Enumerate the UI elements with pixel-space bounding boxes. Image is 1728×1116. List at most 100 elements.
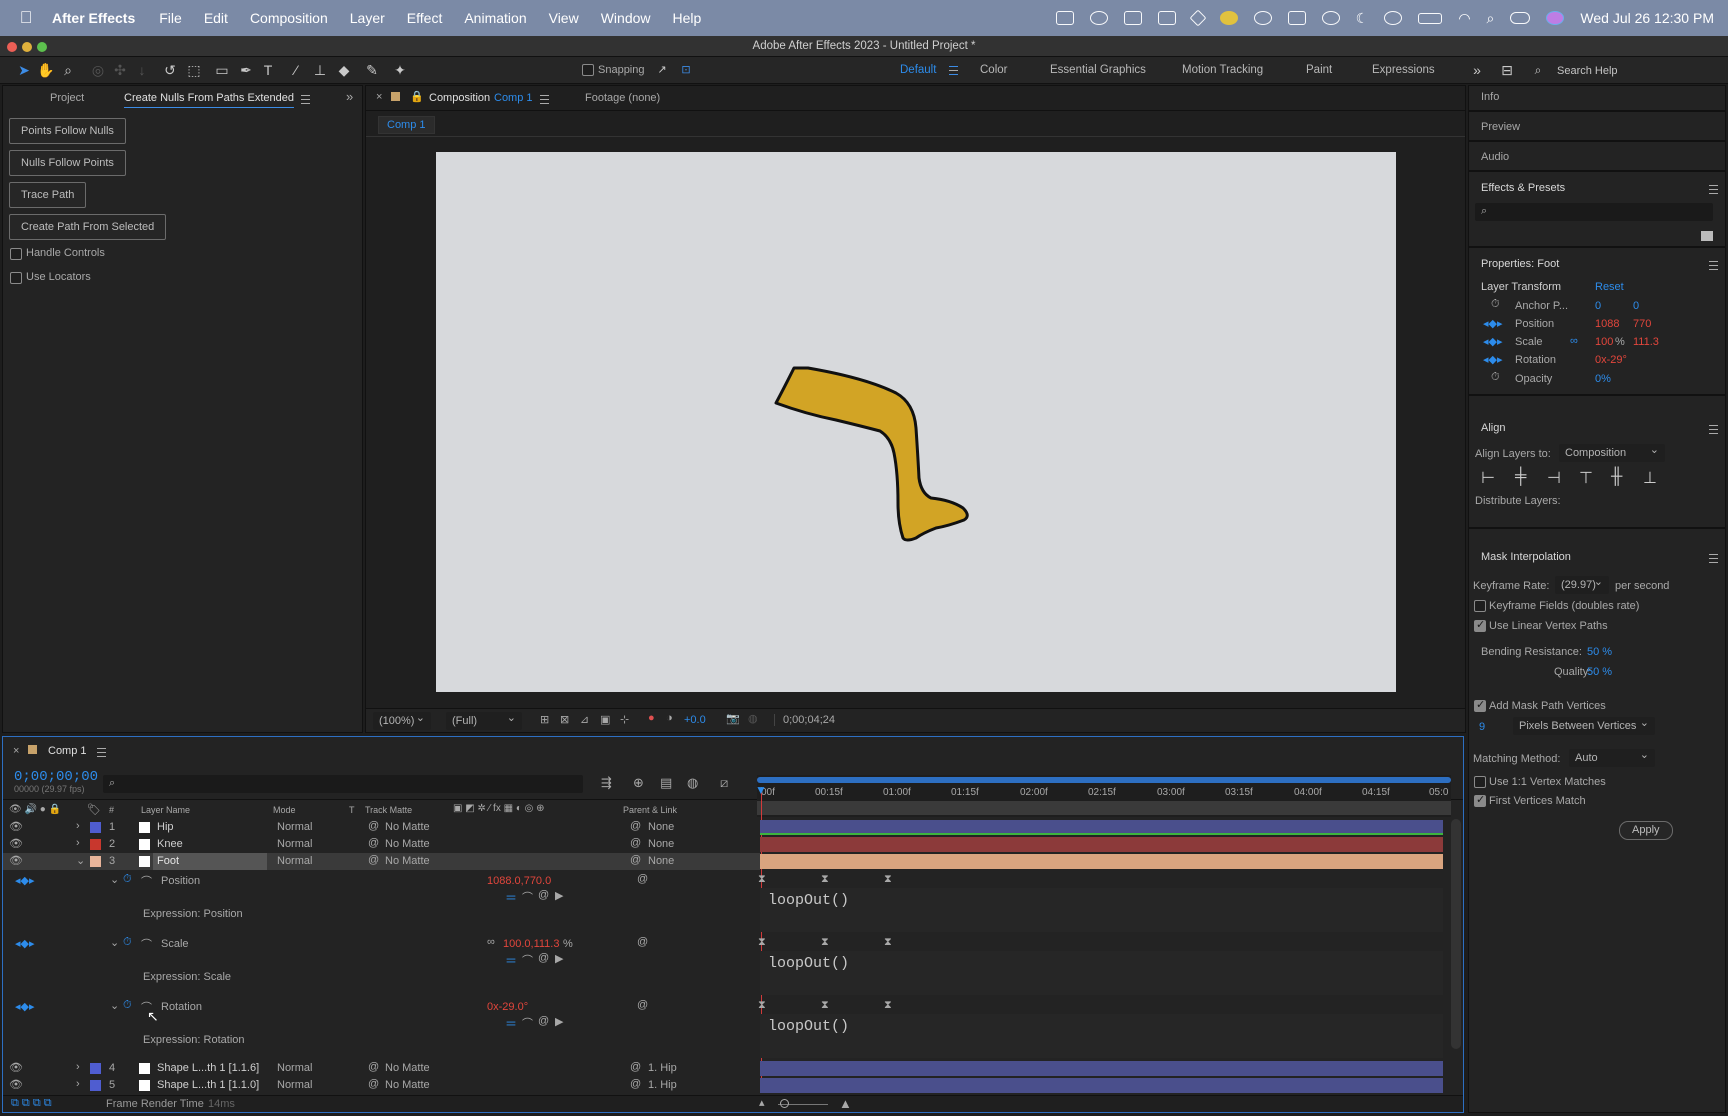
expression-enable-icon[interactable]: ＝ <box>505 952 517 969</box>
resolution-select[interactable]: (Full) <box>446 709 522 730</box>
snapshot-icon[interactable]: 📷 <box>726 712 740 725</box>
panel-menu-icon[interactable] <box>301 95 310 104</box>
layer-row-1[interactable]: 👁 › 1 Hip Normal @ No Matte @ None <box>3 819 760 836</box>
add-vertices-checkbox[interactable] <box>1474 698 1486 712</box>
align-left-icon[interactable]: ⊢ <box>1481 468 1495 488</box>
work-area-bar[interactable] <box>757 777 1451 783</box>
timeline-menu-icon[interactable] <box>97 748 106 757</box>
comp-canvas[interactable] <box>436 152 1396 692</box>
keyframe-nav-icon[interactable]: ◂◆▸ <box>15 874 35 887</box>
menu-help[interactable]: Help <box>673 10 702 26</box>
align-menu-icon[interactable] <box>1709 425 1718 434</box>
workspace-motion-tracking[interactable]: Motion Tracking <box>1182 64 1263 76</box>
keyframe-icon[interactable]: ⧗ <box>821 999 829 1012</box>
timeline-timecode[interactable]: 0;00;00;00 <box>14 769 98 785</box>
expand-chevron-icon[interactable]: › <box>76 837 80 849</box>
layer-bar-3[interactable] <box>760 854 1443 869</box>
nulls-follow-points-button[interactable]: Nulls Follow Points <box>9 150 126 176</box>
workspace-default[interactable]: Default <box>900 64 936 76</box>
create-path-from-selected-button[interactable]: Create Path From Selected <box>9 214 167 240</box>
collapse-chevron-icon[interactable]: ⌄ <box>76 854 85 867</box>
timeline-comp-tab[interactable]: Comp 1 <box>48 745 87 757</box>
keyframe-icon[interactable]: ⧗ <box>821 936 829 949</box>
selection-tool-icon[interactable]: ➤ <box>14 61 34 79</box>
region-of-interest-icon[interactable]: ▣ <box>600 713 610 726</box>
matte-select[interactable]: No Matte <box>385 1079 430 1091</box>
parent-select[interactable]: None <box>648 855 674 867</box>
close-timeline-tab-icon[interactable]: × <box>13 745 19 757</box>
parent-select[interactable]: None <box>648 821 674 833</box>
pixels-value[interactable]: 9 <box>1479 721 1485 733</box>
scale-x[interactable]: 100 <box>1595 336 1613 348</box>
color-channels-icon[interactable]: ● <box>648 712 655 724</box>
expand-panels-icon[interactable]: » <box>346 89 353 104</box>
matching-select[interactable]: Auto <box>1569 746 1655 767</box>
tab-create-nulls[interactable]: Create Nulls From Paths Extended <box>124 92 294 104</box>
zoom-slider-thumb[interactable] <box>780 1099 789 1108</box>
expression-language-icon[interactable]: ▶ <box>555 1015 563 1028</box>
snapping-checkbox[interactable] <box>582 64 594 76</box>
expression-pickwhip-icon[interactable]: @ <box>538 1015 549 1027</box>
keyframe-icon[interactable]: ⧗ <box>821 873 829 886</box>
expression-graph-icon[interactable]: ⌒ <box>522 1015 533 1031</box>
expand-chevron-icon[interactable]: › <box>76 820 80 832</box>
parent-select[interactable]: 1. Hip <box>648 1079 677 1091</box>
keyframe-icon[interactable]: ⧗ <box>758 999 766 1012</box>
expression-graph-icon[interactable]: ⌒ <box>522 952 533 968</box>
menu-file[interactable]: File <box>159 10 182 26</box>
screen-share-icon[interactable] <box>1055 11 1074 25</box>
keyframe-icon[interactable]: ⧗ <box>884 873 892 886</box>
keyframe-icon[interactable]: ⧗ <box>884 999 892 1012</box>
comp-panel-menu-icon[interactable] <box>540 95 549 104</box>
menu-animation[interactable]: Animation <box>464 10 526 26</box>
expression-editor[interactable]: loopOut() <box>760 951 1443 995</box>
workspace-expressions[interactable]: Expressions <box>1372 64 1435 76</box>
align-right-icon[interactable]: ⊣ <box>1547 468 1561 488</box>
menu-composition[interactable]: Composition <box>250 10 328 26</box>
tab-project[interactable]: Project <box>50 92 84 104</box>
audio-panel-tab[interactable]: Audio <box>1481 151 1509 163</box>
collapse-chevron-icon[interactable]: ⌄ <box>110 999 119 1012</box>
toggle-switches-icons[interactable]: ⧉ ⧉ ⧉ ⧉ <box>11 1097 52 1110</box>
apple-icon[interactable]:  <box>0 8 52 28</box>
zoom-tool-icon[interactable]: ⌕ <box>58 61 78 79</box>
align-vcenter-icon[interactable]: ╫ <box>1611 468 1622 486</box>
expression-graph-icon[interactable]: ⌒ <box>522 889 533 905</box>
pickwhip-icon[interactable]: @ <box>637 999 648 1011</box>
effects-menu-icon[interactable] <box>1709 185 1718 194</box>
shy-layers-icon[interactable]: ▤ <box>660 775 672 791</box>
rotate-tool-icon[interactable]: ↺ <box>160 61 180 79</box>
expand-chevron-icon[interactable]: › <box>76 1078 80 1090</box>
puppet-tool-icon[interactable]: ✦ <box>390 61 410 79</box>
layer-bar-5[interactable] <box>760 1078 1443 1093</box>
expression-code[interactable]: loopOut() <box>768 955 849 972</box>
menu-effect[interactable]: Effect <box>407 10 443 26</box>
matte-select[interactable]: No Matte <box>385 838 430 850</box>
keyframe-icon[interactable]: ⧗ <box>758 873 766 886</box>
align-to-select[interactable]: Composition <box>1559 441 1665 462</box>
menu-window[interactable]: Window <box>601 10 651 26</box>
keyframe-nav-icon[interactable]: ◂◆▸ <box>15 1000 35 1013</box>
parent-select[interactable]: 1. Hip <box>648 1062 677 1074</box>
rotation-keyframe-nav-icon[interactable]: ◂◆▸ <box>1483 353 1503 366</box>
layer-name[interactable]: Knee <box>157 838 183 850</box>
expand-chevron-icon[interactable]: › <box>76 1061 80 1073</box>
stopwatch-icon[interactable]: ⏱ <box>123 873 132 886</box>
keyframe-fields-checkbox[interactable] <box>1474 600 1486 612</box>
visibility-icon[interactable]: 👁 <box>9 1078 23 1091</box>
zoom-in-icon[interactable]: ▲ <box>839 1096 852 1111</box>
constrain-link-icon[interactable]: ∞ <box>487 936 495 948</box>
matte-link-icon[interactable]: @ <box>368 1061 379 1073</box>
siri-icon[interactable] <box>1546 11 1565 25</box>
minimize-window-button[interactable] <box>22 42 32 52</box>
matte-select[interactable]: No Matte <box>385 855 430 867</box>
keyframe-icon[interactable]: ⧗ <box>884 936 892 949</box>
expression-editor[interactable]: loopOut() <box>760 1014 1443 1058</box>
scale-keyframe-nav-icon[interactable]: ◂◆▸ <box>1483 335 1503 348</box>
menu-layer[interactable]: Layer <box>350 10 385 26</box>
dropbox-icon[interactable] <box>1189 9 1207 27</box>
collapse-chevron-icon[interactable]: ⌄ <box>110 936 119 949</box>
pickwhip-icon[interactable]: @ <box>630 837 641 849</box>
graph-icon[interactable]: ⌒ <box>141 936 152 952</box>
expression-pickwhip-icon[interactable]: @ <box>538 952 549 964</box>
